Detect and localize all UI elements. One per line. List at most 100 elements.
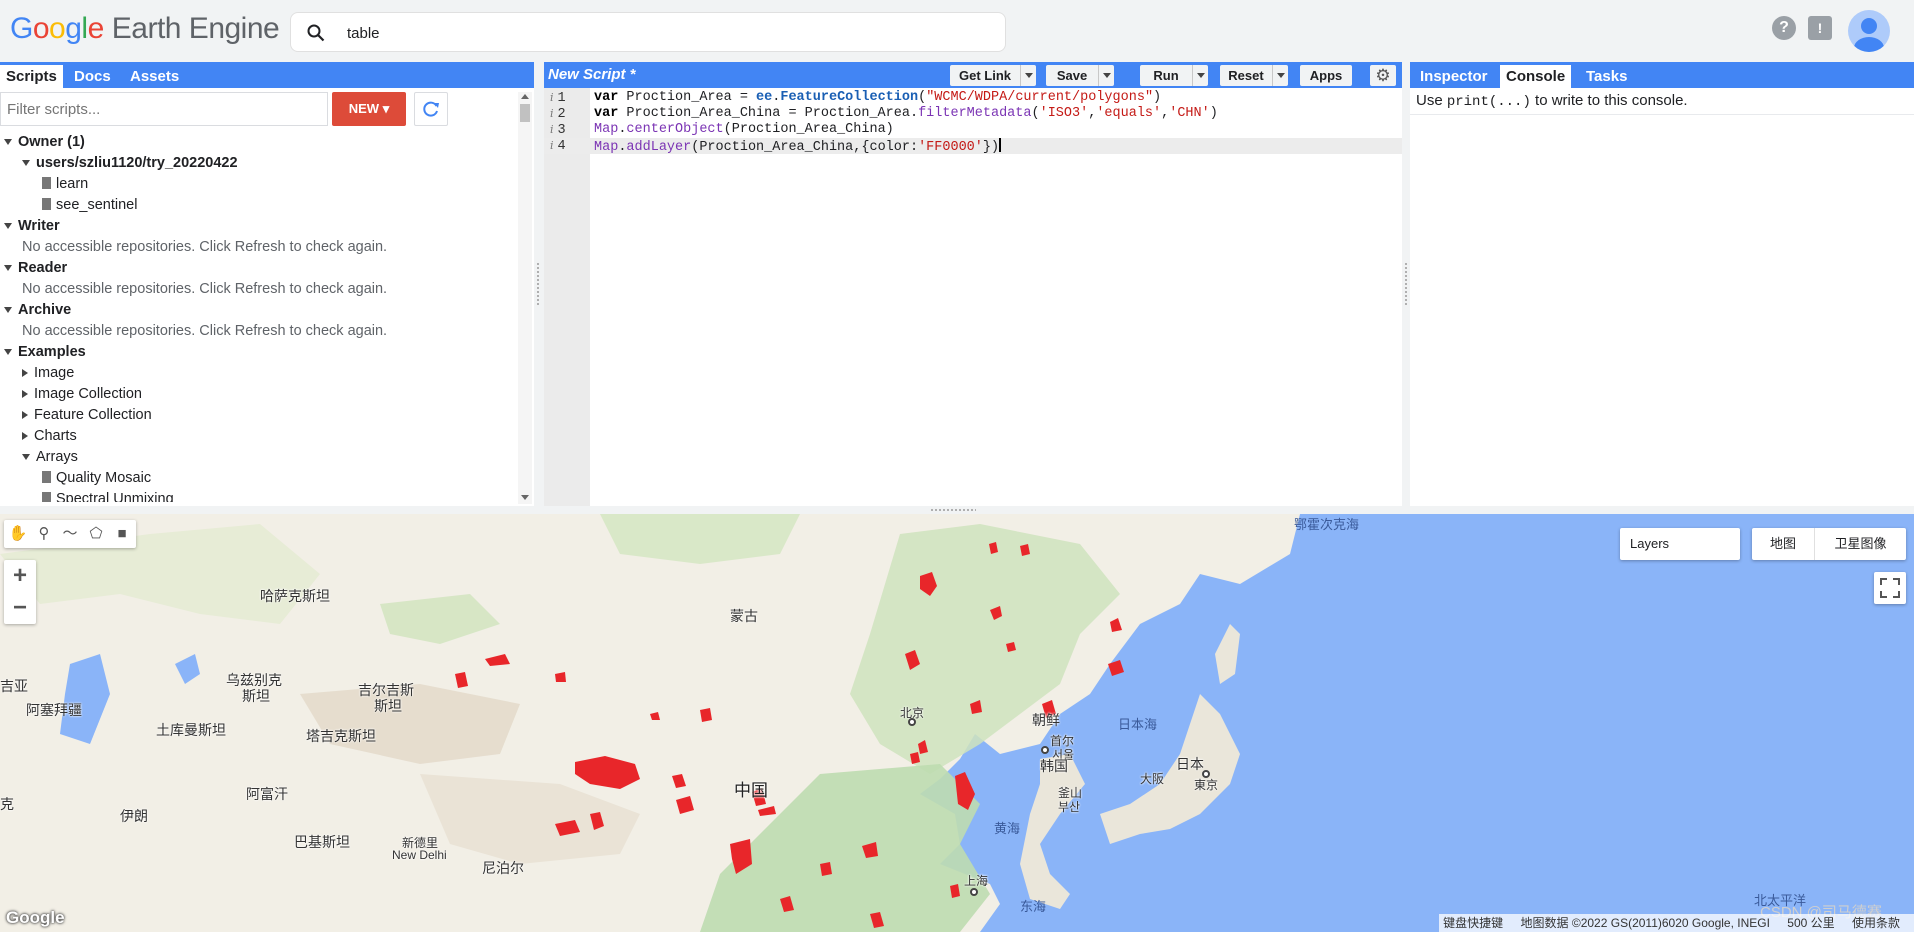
caret-down-icon[interactable] xyxy=(22,454,30,461)
caret-down-icon[interactable] xyxy=(4,265,12,272)
help-icon[interactable]: ? xyxy=(1772,16,1796,40)
keyboard-shortcuts-link[interactable]: 键盘快捷键 xyxy=(1443,916,1503,930)
tab-scripts[interactable]: Scripts xyxy=(0,65,63,88)
tab-assets[interactable]: Assets xyxy=(124,65,185,88)
tree-item[interactable]: Feature Collection xyxy=(0,405,516,426)
rectangle-icon[interactable]: ■ xyxy=(112,524,132,544)
tree-item[interactable]: Arrays xyxy=(0,447,516,468)
city-marker xyxy=(970,888,978,896)
tree-item[interactable]: Examples xyxy=(0,342,516,363)
tree-item-label: learn xyxy=(56,176,89,192)
filter-scripts-input[interactable] xyxy=(0,92,328,126)
earth-engine-logo[interactable]: Google Earth Engine xyxy=(10,12,280,46)
feedback-icon[interactable]: ! xyxy=(1808,16,1832,40)
map-splitter[interactable] xyxy=(0,506,1914,514)
tab-docs[interactable]: Docs xyxy=(68,65,117,88)
avatar[interactable] xyxy=(1848,10,1890,52)
file-icon xyxy=(42,492,51,502)
line-icon[interactable]: 〜 xyxy=(60,524,80,544)
gear-icon[interactable]: ⚙ xyxy=(1370,65,1396,86)
code-line[interactable]: i 3 Map.centerObject(Proction_Area_China) xyxy=(544,122,1402,138)
search-input[interactable] xyxy=(347,21,987,45)
map-label: 伊朗 xyxy=(120,808,148,824)
caret-down-icon[interactable] xyxy=(22,160,30,167)
caret-down-icon[interactable] xyxy=(4,139,12,146)
get-link-button[interactable]: Get Link xyxy=(950,65,1036,86)
code-editor[interactable]: i 1 var Proction_Area = ee.FeatureCollecti… xyxy=(544,88,1402,506)
code-line[interactable]: i 4 Map.addLayer(Proction_Area_China,{colo… xyxy=(544,138,1402,155)
zoom-out-icon[interactable]: − xyxy=(4,592,36,624)
reset-dropdown[interactable] xyxy=(1272,65,1288,86)
caret-right-icon[interactable] xyxy=(22,432,28,441)
point-marker-icon[interactable]: ⚲ xyxy=(34,524,54,544)
save-label: Save xyxy=(1056,68,1088,83)
tree-item[interactable]: Writer xyxy=(0,216,516,237)
tree-item[interactable]: Image xyxy=(0,363,516,384)
run-button[interactable]: Run xyxy=(1140,65,1208,86)
map-label: 大阪 xyxy=(1140,772,1165,786)
info-icon[interactable]: i xyxy=(550,107,554,120)
tree-item-label: Owner (1) xyxy=(18,134,85,150)
hand-icon[interactable]: ✋ xyxy=(8,524,28,544)
map-type-satellite[interactable]: 卫星图像 xyxy=(1814,528,1906,560)
run-dropdown[interactable] xyxy=(1192,65,1208,86)
polygon-icon[interactable]: ⬠ xyxy=(86,524,106,544)
right-splitter[interactable] xyxy=(1402,62,1410,506)
map-view[interactable]: 哈萨克斯坦 蒙古 乌兹别克 斯坦 吉尔吉斯 斯坦 吉亚 阿塞拜疆 土库曼斯坦 塔… xyxy=(0,514,1914,932)
map-type-map[interactable]: 地图 xyxy=(1752,528,1814,560)
search-bar[interactable] xyxy=(290,12,1006,52)
left-tabbar: Scripts Docs Assets xyxy=(0,62,534,88)
tree-item[interactable]: Charts xyxy=(0,426,516,447)
tab-tasks[interactable]: Tasks xyxy=(1580,65,1633,88)
tree-item[interactable]: Image Collection xyxy=(0,384,516,405)
terms-link[interactable]: 使用条款 xyxy=(1852,916,1900,930)
save-dropdown[interactable] xyxy=(1098,65,1114,86)
tree-item[interactable]: see_sentinel xyxy=(0,195,516,216)
tree-item[interactable]: Archive xyxy=(0,300,516,321)
scripts-scrollbar[interactable] xyxy=(518,92,532,504)
tree-item[interactable]: Spectral Unmixing xyxy=(0,489,516,502)
tree-item: No accessible repositories. Click Refres… xyxy=(0,279,516,300)
tree-item[interactable]: learn xyxy=(0,174,516,195)
refresh-button[interactable] xyxy=(414,92,448,126)
tree-item: No accessible repositories. Click Refres… xyxy=(0,321,516,342)
apps-button[interactable]: Apps xyxy=(1300,65,1352,86)
map-label: 阿富汗 xyxy=(246,786,288,802)
scale-bar[interactable]: 500 公里 xyxy=(1787,916,1834,930)
caret-down-icon[interactable] xyxy=(4,307,12,314)
caret-right-icon[interactable] xyxy=(22,390,28,399)
caret-down-icon[interactable] xyxy=(4,349,12,356)
new-button[interactable]: NEW ▾ xyxy=(332,92,406,126)
tab-inspector[interactable]: Inspector xyxy=(1414,65,1494,88)
layers-button[interactable]: Layers xyxy=(1620,528,1740,560)
script-title: New Script * xyxy=(548,66,636,83)
script-tree: Owner (1) users/szliu1120/try_20220422lea… xyxy=(0,132,516,502)
tree-item[interactable]: Quality Mosaic xyxy=(0,468,516,489)
info-icon[interactable]: i xyxy=(550,123,554,136)
code-line[interactable]: i 1 var Proction_Area = ee.FeatureCollecti… xyxy=(544,90,1402,106)
reset-button[interactable]: Reset xyxy=(1220,65,1288,86)
zoom-in-icon[interactable]: + xyxy=(4,560,36,592)
fullscreen-button[interactable] xyxy=(1874,572,1906,604)
tab-console[interactable]: Console xyxy=(1500,65,1572,88)
get-link-dropdown[interactable] xyxy=(1020,65,1036,86)
map-label: 巴基斯坦 xyxy=(294,834,350,850)
tree-item[interactable]: Owner (1) xyxy=(0,132,516,153)
map-label: 蒙古 xyxy=(730,608,758,624)
scripts-panel: Scripts Docs Assets NEW ▾ Owner (1) users… xyxy=(0,62,534,506)
search-icon xyxy=(307,24,325,42)
map-type-control: 地图 卫星图像 xyxy=(1752,528,1906,560)
google-logo: Google xyxy=(6,908,65,927)
tree-item[interactable]: Reader xyxy=(0,258,516,279)
caret-down-icon[interactable] xyxy=(4,223,12,230)
tree-item[interactable]: users/szliu1120/try_20220422 xyxy=(0,153,516,174)
map-data-credit: 地图数据 ©2022 GS(2011)6020 Google, INEGI xyxy=(1520,916,1770,930)
left-splitter[interactable] xyxy=(534,62,542,506)
caret-right-icon[interactable] xyxy=(22,369,28,378)
info-icon[interactable]: i xyxy=(550,91,554,104)
code-line[interactable]: i 2 var Proction_Area_China = Proction_Are… xyxy=(544,106,1402,122)
info-icon[interactable]: i xyxy=(550,139,554,152)
tree-item-label: users/szliu1120/try_20220422 xyxy=(36,155,238,171)
save-button[interactable]: Save xyxy=(1046,65,1114,86)
caret-right-icon[interactable] xyxy=(22,411,28,420)
